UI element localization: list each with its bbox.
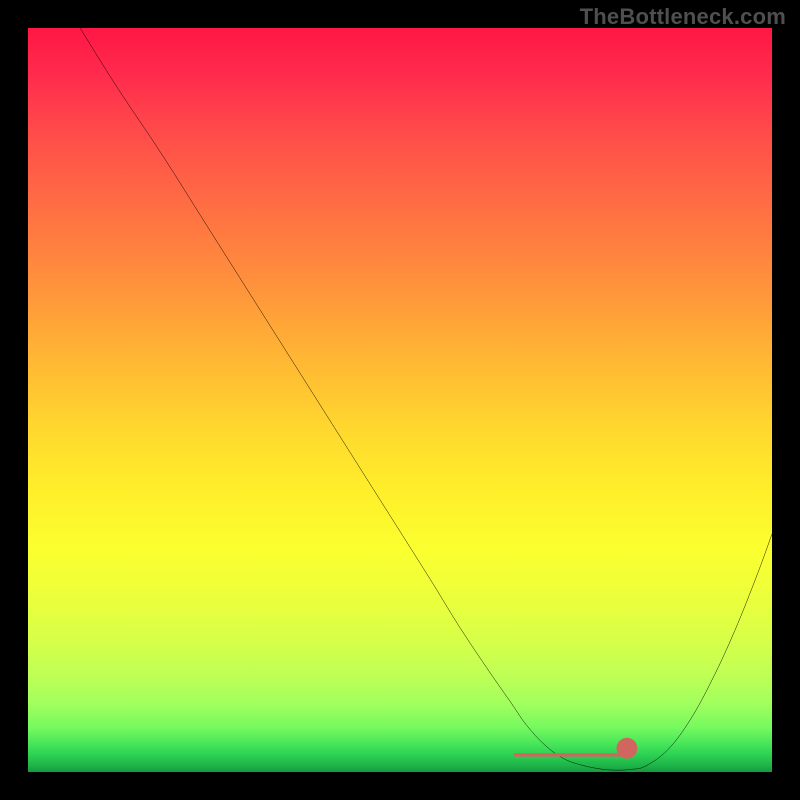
end-dot-icon	[617, 738, 638, 759]
bottleneck-curve	[80, 28, 772, 770]
plot-area	[28, 28, 772, 772]
curve-layer	[28, 28, 772, 772]
chart-frame: TheBottleneck.com	[0, 0, 800, 800]
watermark-text: TheBottleneck.com	[580, 4, 786, 30]
